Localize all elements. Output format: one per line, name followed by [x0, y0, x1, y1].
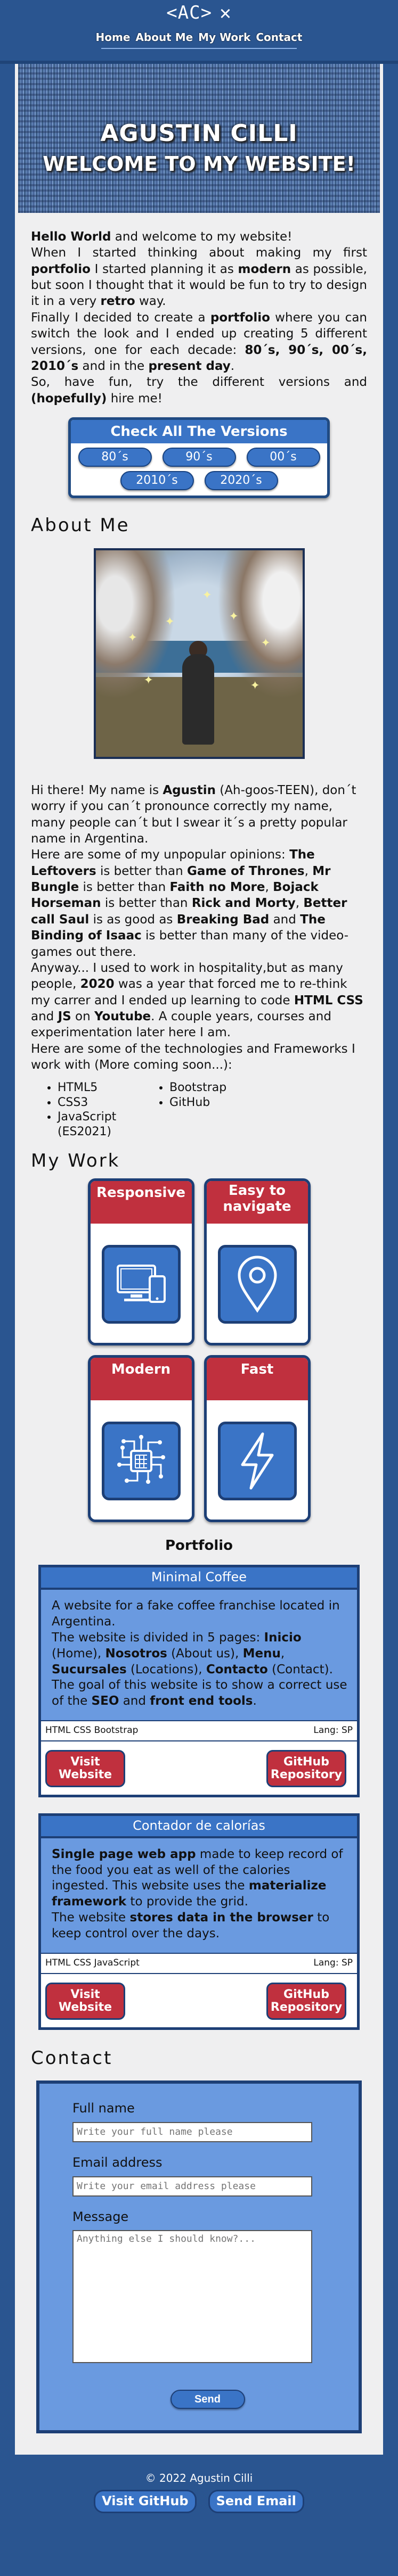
version-2010s-button[interactable]: 2010´s	[120, 471, 194, 491]
top-nav: <AC> ✕ Home About Me My Work Contact	[0, 0, 398, 64]
page-frame: <AC> ✕ Home About Me My Work Contact AGU…	[0, 0, 398, 2550]
project-lang: Lang: SP	[313, 1957, 353, 1968]
github-repository-button[interactable]: GitHub Repository	[266, 1982, 346, 2020]
full-name-input[interactable]	[72, 2121, 312, 2142]
work-heading: My Work	[31, 1150, 120, 1172]
feature-title: Easy to navigate	[206, 1181, 308, 1224]
hero-name: AGUSTIN CILLI	[100, 120, 298, 147]
intro-paragraph: Finally I decided to create a portfolio …	[31, 310, 367, 373]
feature-card-modern: Modern	[87, 1355, 194, 1522]
location-pin-icon	[217, 1245, 297, 1324]
project-title: Minimal Coffee	[41, 1567, 357, 1590]
nav-link-about[interactable]: About Me	[135, 30, 193, 45]
features-grid: Responsive Easy to navigate Modern Fast	[31, 1178, 367, 1522]
nav-divider	[101, 48, 297, 49]
footer: © 2022 Agustin Cilli Visit GitHub Send E…	[15, 2455, 383, 2534]
intro-paragraph: So, have fun, try the different versions…	[31, 375, 367, 406]
contact-heading: Contact	[31, 2047, 113, 2069]
version-2020s-button[interactable]: 2020´s	[204, 471, 278, 491]
devices-icon	[101, 1245, 181, 1324]
logo[interactable]: <AC> ✕	[166, 0, 232, 27]
hero-welcome: WELCOME TO MY WEBSITE!	[43, 152, 355, 176]
tech-item: Bootstrap	[169, 1080, 226, 1095]
project-tags: HTML CSS JavaScript	[45, 1957, 140, 1968]
feature-card-easy-navigate: Easy to navigate	[204, 1178, 311, 1345]
version-80s-button[interactable]: 80´s	[78, 448, 152, 467]
project-card: Contador de calorías Single page web app…	[38, 1813, 360, 2030]
about-paragraph: Hi there! My name is Agustin (Ah-goos-TE…	[31, 783, 363, 1072]
main-content: AGUSTIN CILLI WELCOME TO MY WEBSITE! Hel…	[15, 64, 383, 2534]
full-name-label: Full name	[72, 2101, 135, 2116]
send-email-button[interactable]: Send Email	[208, 2490, 304, 2513]
profile-photo: ✦ ✦ ✦ ✦ ✦ ✦ ✦	[93, 548, 305, 759]
nav-links: Home About Me My Work Contact	[0, 30, 398, 45]
tech-item: HTML5	[58, 1080, 153, 1095]
message-label: Message	[72, 2209, 129, 2224]
feature-title: Fast	[206, 1358, 308, 1400]
feature-card-fast: Fast	[204, 1355, 311, 1522]
hero-banner: AGUSTIN CILLI WELCOME TO MY WEBSITE!	[18, 64, 380, 213]
close-icon[interactable]: ✕	[220, 0, 232, 27]
tech-item: GitHub	[169, 1095, 226, 1110]
tech-item: JavaScript (ES2021)	[58, 1110, 153, 1139]
portfolio-title: Portfolio	[165, 1538, 233, 1554]
versions-box: Check All The Versions 80´s 90´s 00´s 20…	[68, 417, 330, 499]
email-label: Email address	[72, 2154, 163, 2170]
intro-section: Hello World and welcome to my website! W…	[31, 229, 367, 407]
project-description: Single page web app made to keep record …	[52, 1847, 343, 1941]
nav-link-work[interactable]: My Work	[198, 30, 250, 45]
version-90s-button[interactable]: 90´s	[162, 448, 236, 467]
logo-text: <AC>	[166, 2, 213, 24]
feature-title: Responsive	[90, 1181, 192, 1224]
project-lang: Lang: SP	[313, 1725, 353, 1736]
feature-title: Modern	[90, 1358, 192, 1400]
project-title: Contador de calorías	[41, 1816, 357, 1838]
copyright: © 2022 Agustin Cilli	[145, 2472, 253, 2485]
about-heading: About Me	[31, 515, 130, 536]
contact-form: Full name Email address Message Send	[36, 2080, 362, 2434]
project-card: Minimal Coffee A website for a fake coff…	[38, 1565, 360, 1798]
version-00s-button[interactable]: 00´s	[246, 448, 320, 467]
nav-link-contact[interactable]: Contact	[256, 30, 302, 45]
visit-website-button[interactable]: Visit Website	[45, 1982, 125, 2020]
intro-paragraph: Hello World and welcome to my website!	[31, 230, 293, 244]
nav-link-home[interactable]: Home	[96, 30, 131, 45]
versions-title: Check All The Versions	[71, 419, 327, 444]
about-section: Hi there! My name is Agustin (Ah-goos-TE…	[31, 782, 367, 1139]
tech-item: CSS3	[58, 1095, 153, 1110]
project-description: A website for a fake coffee franchise lo…	[52, 1598, 347, 1708]
project-tags: HTML CSS Bootstrap	[45, 1725, 139, 1736]
chip-icon	[101, 1422, 181, 1500]
email-input[interactable]	[72, 2176, 312, 2197]
visit-github-button[interactable]: Visit GitHub	[94, 2490, 197, 2513]
intro-paragraph: When I started thinking about making my …	[31, 246, 367, 309]
message-input[interactable]	[72, 2230, 312, 2364]
tech-lists: HTML5 CSS3 JavaScript (ES2021) Bootstrap…	[31, 1080, 367, 1139]
feature-card-responsive: Responsive	[87, 1178, 194, 1345]
visit-website-button[interactable]: Visit Website	[45, 1750, 125, 1788]
github-repository-button[interactable]: GitHub Repository	[266, 1750, 346, 1788]
lightning-icon	[217, 1422, 297, 1500]
send-button[interactable]: Send	[170, 2390, 245, 2409]
